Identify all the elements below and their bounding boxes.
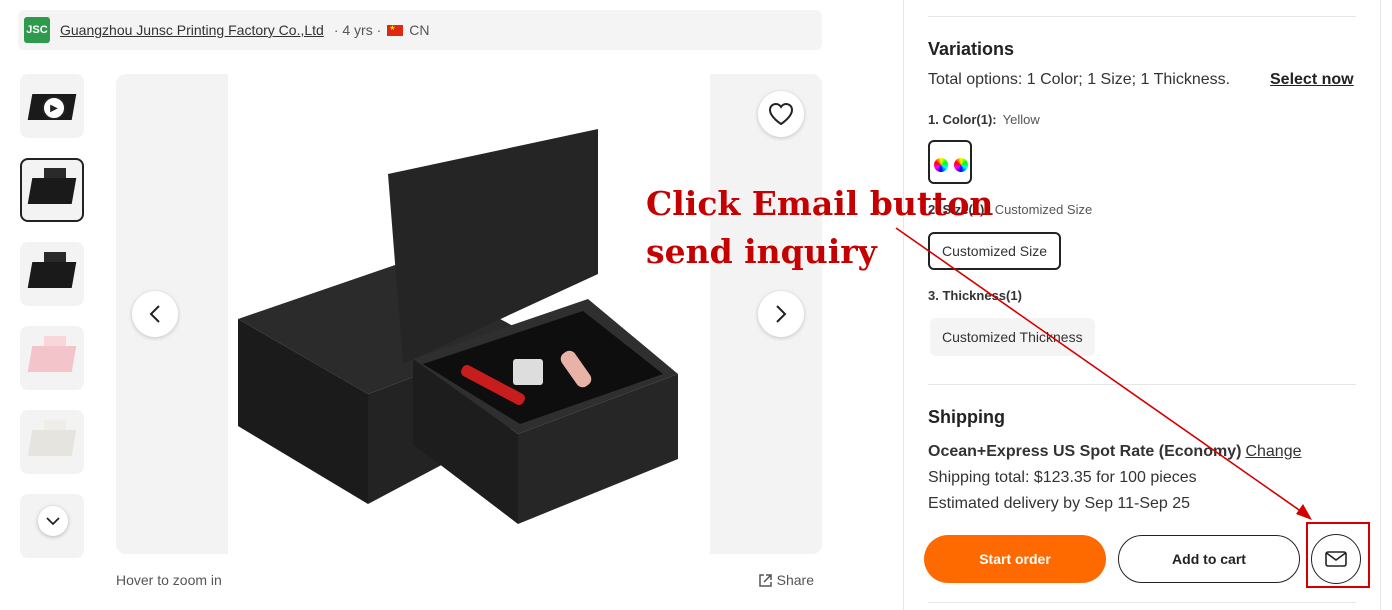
size-value: Customized Size [994, 202, 1093, 217]
chevron-down-icon[interactable] [38, 506, 68, 536]
play-icon: ▶ [42, 96, 66, 120]
thumbnail-video[interactable]: ▶ [20, 74, 84, 138]
color-dot [954, 158, 968, 172]
china-flag-icon [387, 24, 404, 36]
product-page: JSC Guangzhou Junsc Printing Factory Co.… [0, 0, 1392, 610]
supplier-bar: JSC Guangzhou Junsc Printing Factory Co.… [18, 10, 822, 50]
supplier-country: CN [409, 22, 430, 38]
main-image-viewer[interactable] [116, 74, 822, 554]
gift-box-image [238, 129, 678, 524]
thickness-chip[interactable]: Customized Thickness [930, 318, 1095, 356]
divider [928, 602, 1356, 603]
annotation-line-2: send inquiry [646, 232, 877, 271]
thumbnail-box [27, 346, 77, 372]
share-icon [758, 573, 772, 587]
zoom-hint: Hover to zoom in [116, 572, 222, 588]
purchase-panel [903, 0, 1381, 610]
share-label: Share [776, 572, 814, 588]
annotation-line-1: Click Email button [646, 184, 994, 223]
prev-image-button[interactable] [132, 291, 178, 337]
change-shipping-link[interactable]: Change [1245, 443, 1301, 460]
color-dot [934, 158, 948, 172]
shipping-method-name: Ocean+Express US Spot Rate (Economy) [928, 443, 1242, 460]
color-label: 1. Color(1): [928, 112, 997, 127]
heart-icon [768, 102, 794, 126]
divider [928, 384, 1356, 385]
thickness-label: 3. Thickness(1) [928, 288, 1022, 303]
supplier-meta: · 4 yrs · CN [334, 22, 430, 38]
thumbnail-image-2[interactable] [20, 242, 84, 306]
share-button[interactable]: Share [758, 572, 814, 588]
thumbnail-box [27, 430, 77, 456]
color-value: Yellow [1002, 112, 1040, 127]
add-to-cart-button[interactable]: Add to cart [1118, 535, 1300, 583]
supplier-years: · 4 yrs · [333, 22, 382, 38]
supplier-logo: JSC [24, 17, 50, 43]
shipping-method: Ocean+Express US Spot Rate (Economy) Chan… [928, 443, 1301, 461]
shipping-title: Shipping [928, 407, 1005, 427]
start-order-button[interactable]: Start order [924, 535, 1106, 583]
chevron-right-icon [776, 305, 787, 323]
shipping-total: Shipping total: $123.35 for 100 pieces [928, 469, 1197, 486]
variations-title: Variations [928, 39, 1015, 59]
thumbnail-image-5[interactable] [20, 494, 84, 558]
thumbnail-image-1[interactable] [20, 158, 84, 222]
instruction-annotation: Click Email button send inquiry [646, 180, 993, 276]
gallery-footer: Hover to zoom in Share [116, 572, 822, 588]
thumbnail-image-3[interactable] [20, 326, 84, 390]
divider [928, 16, 1356, 17]
chevron-left-icon [149, 305, 160, 323]
highlight-box [1306, 522, 1370, 588]
color-swatch[interactable] [928, 140, 972, 184]
color-option-label: 1. Color(1): Yellow [928, 112, 1040, 127]
favorite-button[interactable] [758, 91, 804, 137]
estimated-delivery: Estimated delivery by Sep 11-Sep 25 [928, 495, 1191, 512]
thumbnail-box [27, 262, 77, 288]
next-image-button[interactable] [758, 291, 804, 337]
supplier-name-link[interactable]: Guangzhou Junsc Printing Factory Co.,Ltd [60, 22, 324, 38]
select-now-link[interactable]: Select now [1270, 71, 1354, 89]
product-photo [228, 74, 710, 554]
thumbnail-list: ▶ [20, 74, 84, 578]
thumbnail-box [27, 178, 77, 204]
thumbnail-image-4[interactable] [20, 410, 84, 474]
variations-total: Total options: 1 Color; 1 Size; 1 Thickn… [928, 71, 1231, 88]
